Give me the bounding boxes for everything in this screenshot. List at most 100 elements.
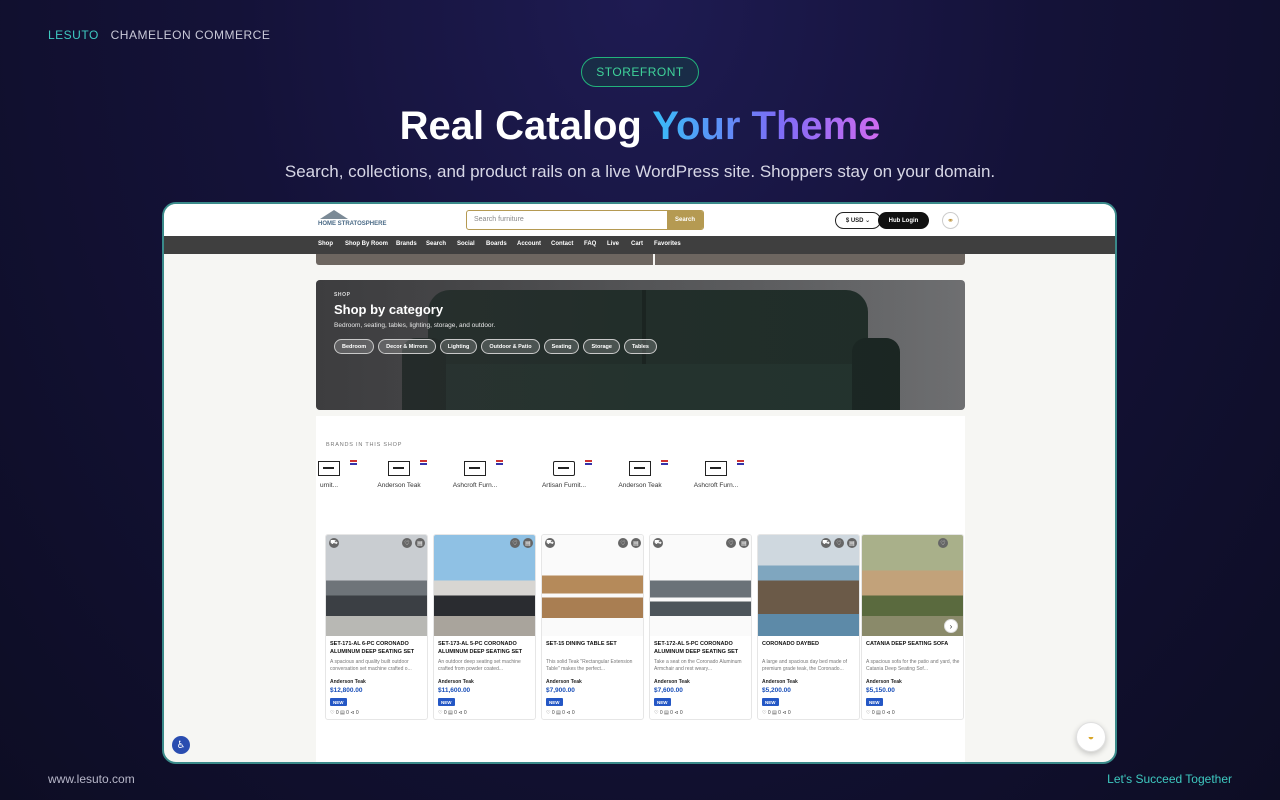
brand-tile[interactable]: urnit... bbox=[294, 460, 364, 500]
brand-name: Ashcroft Furn... bbox=[452, 482, 498, 489]
storefront-pill: STOREFRONT bbox=[581, 57, 699, 87]
nav-faq[interactable]: FAQ bbox=[584, 241, 596, 247]
product-stats: ♡ 0 ▤ 0 ⊲ 0 bbox=[762, 710, 791, 716]
cart-icon[interactable]: ⛟ bbox=[545, 538, 555, 548]
bookmark-icon[interactable]: ▤ bbox=[631, 538, 641, 548]
product-stats: ♡ 0 ▤ 0 ⊲ 0 bbox=[438, 710, 467, 716]
search-input[interactable]: Search furniture bbox=[474, 216, 524, 223]
footer-website[interactable]: www.lesuto.com bbox=[48, 772, 135, 786]
nav-shop-by-room[interactable]: Shop By Room bbox=[345, 241, 388, 247]
site-nav: Shop Shop By Room Brands Search Social B… bbox=[164, 236, 1115, 254]
product-brand: Anderson Teak bbox=[654, 679, 690, 685]
heart-icon[interactable]: ♡ bbox=[834, 538, 844, 548]
product-name: CHAMELEON COMMERCE bbox=[110, 28, 271, 42]
bookmark-icon[interactable]: ▤ bbox=[739, 538, 749, 548]
heart-icon[interactable]: ♡ bbox=[938, 538, 948, 548]
house-roof-icon bbox=[320, 210, 348, 219]
nav-favorites[interactable]: Favorites bbox=[654, 241, 681, 247]
nav-brands[interactable]: Brands bbox=[396, 241, 417, 247]
chip-bedroom[interactable]: Bedroom bbox=[334, 339, 375, 354]
slide-brand-bar: LESUTO CHAMELEON COMMERCE bbox=[48, 28, 270, 42]
new-badge: NEW bbox=[330, 698, 347, 706]
product-stats: ♡ 0 ▤ 0 ⊲ 0 bbox=[330, 710, 359, 716]
subline: Search, collections, and product rails o… bbox=[284, 162, 996, 181]
chip-storage[interactable]: Storage bbox=[583, 339, 620, 354]
product-description: Take a seat on the Coronado Aluminum Arm… bbox=[654, 659, 742, 672]
product-brand: Anderson Teak bbox=[438, 679, 474, 685]
bookmark-icon[interactable]: ▤ bbox=[415, 538, 425, 548]
product-image bbox=[326, 535, 427, 636]
brand-name: Ashcroft Furn... bbox=[693, 482, 739, 489]
chip-lighting[interactable]: Lighting bbox=[439, 339, 478, 354]
product-card[interactable]: ⛟ ♡ ▤ SET-172-AL 5-PC CORONADO ALUMINUM … bbox=[649, 534, 752, 720]
brand-name: Anderson Teak bbox=[377, 482, 421, 489]
product-card[interactable]: ⛟ ♡ ▤ SET-15 DINING TABLE SET This solid… bbox=[541, 534, 644, 720]
nav-search[interactable]: Search bbox=[426, 241, 446, 247]
us-flag-icon bbox=[496, 460, 503, 465]
bookmark-icon[interactable]: ▤ bbox=[523, 538, 533, 548]
product-price: $5,150.00 bbox=[866, 687, 895, 694]
chip-decor-mirrors[interactable]: Decor & Mirrors bbox=[378, 339, 436, 354]
category-hero: SHOP Shop by category Bedroom, seating, … bbox=[316, 280, 965, 410]
product-card[interactable]: ⛟ ♡ ▤ SET-171-AL 6-PC CORONADO ALUMINUM … bbox=[325, 534, 428, 720]
product-name: SET-171-AL 6-PC CORONADO ALUMINUM DEEP S… bbox=[330, 641, 415, 655]
us-flag-icon bbox=[737, 460, 744, 465]
brand-tile[interactable]: Artisan Furnit... bbox=[529, 460, 599, 500]
nav-cart[interactable]: Cart bbox=[631, 241, 643, 247]
accessibility-icon[interactable]: ♿ bbox=[172, 736, 190, 754]
browser-frame: HOME STRATOSPHERE Search furniture Searc… bbox=[162, 202, 1117, 764]
headline: Real Catalog Your Theme bbox=[0, 104, 1280, 149]
product-card[interactable]: ⛟ ♡ ▤ CORONADO DAYBED A large and spacio… bbox=[757, 534, 860, 720]
product-price: $7,900.00 bbox=[546, 687, 575, 694]
chip-tables[interactable]: Tables bbox=[623, 339, 657, 354]
chip-seating[interactable]: Seating bbox=[543, 339, 580, 354]
search-button[interactable]: Search bbox=[667, 211, 703, 229]
us-flag-icon bbox=[585, 460, 592, 465]
product-brand: Anderson Teak bbox=[866, 679, 902, 685]
product-image bbox=[758, 535, 859, 636]
cart-icon[interactable]: ⛟ bbox=[821, 538, 831, 548]
product-card[interactable]: ♡ ▤ SET-173-AL 5-PC CORONADO ALUMINUM DE… bbox=[433, 534, 536, 720]
brand-tile[interactable]: Anderson Teak bbox=[605, 460, 675, 500]
category-chips: Bedroom Decor & Mirrors Lighting Outdoor… bbox=[334, 339, 657, 354]
brand-tile[interactable]: Ashcroft Furn... bbox=[440, 460, 510, 500]
heart-icon[interactable]: ♡ bbox=[618, 538, 628, 548]
currency-select[interactable]: $ USD ⌄ bbox=[835, 212, 881, 229]
brand-tile[interactable]: Anderson Teak bbox=[364, 460, 434, 500]
nav-contact[interactable]: Contact bbox=[551, 241, 573, 247]
heart-icon[interactable]: ♡ bbox=[402, 538, 412, 548]
footer-tagline: Let's Succeed Together bbox=[1107, 772, 1232, 786]
brand-name: Artisan Furnit... bbox=[541, 482, 587, 489]
product-description: An outdoor deep seating set machine craf… bbox=[438, 659, 521, 672]
lesuto-brand: LESUTO bbox=[48, 28, 99, 42]
nav-boards[interactable]: Boards bbox=[486, 241, 507, 247]
bookmark-icon[interactable]: ▤ bbox=[847, 538, 857, 548]
site-logo[interactable]: HOME STRATOSPHERE bbox=[318, 210, 386, 232]
carousel-next-button[interactable]: › bbox=[944, 619, 958, 633]
chat-widget-icon[interactable]: ◒ bbox=[1076, 722, 1106, 752]
nav-shop[interactable]: Shop bbox=[318, 241, 333, 247]
link-icon[interactable]: ⚭ bbox=[942, 212, 959, 229]
us-flag-icon bbox=[661, 460, 668, 465]
us-flag-icon bbox=[350, 460, 357, 465]
heart-icon[interactable]: ♡ bbox=[510, 538, 520, 548]
cart-icon[interactable]: ⛟ bbox=[329, 538, 339, 548]
new-badge: NEW bbox=[866, 698, 883, 706]
hub-login-button[interactable]: Hub Login bbox=[878, 212, 929, 229]
chip-outdoor-patio[interactable]: Outdoor & Patio bbox=[481, 339, 540, 354]
logo-text: HOME STRATOSPHERE bbox=[318, 221, 387, 227]
nav-live[interactable]: Live bbox=[607, 241, 619, 247]
brand-logo-icon bbox=[553, 461, 575, 476]
headline-accent: Your Theme bbox=[652, 104, 881, 148]
nav-account[interactable]: Account bbox=[517, 241, 541, 247]
product-brand: Anderson Teak bbox=[330, 679, 366, 685]
heart-icon[interactable]: ♡ bbox=[726, 538, 736, 548]
product-stats: ♡ 0 ▤ 0 ⊲ 0 bbox=[654, 710, 683, 716]
brand-tile[interactable]: Ashcroft Furn... bbox=[681, 460, 751, 500]
brand-logo-icon bbox=[629, 461, 651, 476]
product-brand: Anderson Teak bbox=[762, 679, 798, 685]
cart-icon[interactable]: ⛟ bbox=[653, 538, 663, 548]
headline-plain: Real Catalog bbox=[399, 104, 653, 148]
brand-logo-icon bbox=[464, 461, 486, 476]
nav-social[interactable]: Social bbox=[457, 241, 475, 247]
